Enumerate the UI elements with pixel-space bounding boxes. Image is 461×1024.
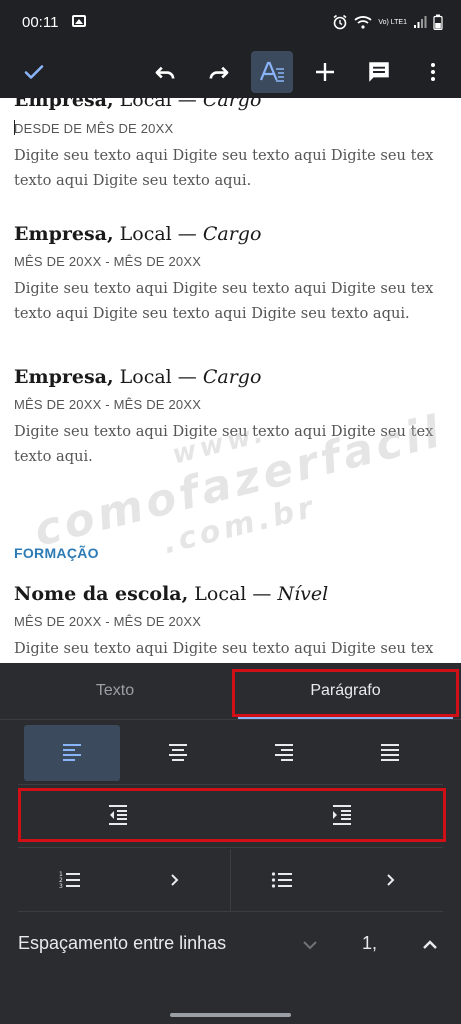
company-name: Empresa, [14, 223, 114, 245]
undo-button[interactable] [143, 50, 187, 94]
chevron-right-icon [387, 874, 395, 886]
location: Local — [113, 366, 203, 388]
status-icons: Vo) LTE1 [332, 12, 443, 32]
tab-paragrafo[interactable]: Parágrafo [230, 663, 461, 719]
school-title: Nome da escola, Local — Nível [14, 580, 433, 608]
bulleted-list-button[interactable] [230, 849, 334, 911]
job-description: Digite seu texto aqui Digite seu texto a… [14, 147, 434, 189]
line-spacing-row: Espaçamento entre linhas 1, [0, 913, 461, 977]
indent-row [18, 788, 446, 842]
bulleted-list-options-button[interactable] [338, 849, 442, 911]
role: Cargo [202, 98, 262, 111]
chevron-right-icon [171, 874, 179, 886]
line-spacing-increase-button[interactable] [412, 927, 448, 963]
align-right-icon [275, 744, 293, 761]
editor-toolbar [0, 46, 461, 98]
text-format-icon [259, 61, 284, 82]
increase-indent-button[interactable] [242, 788, 442, 842]
align-justify-icon [381, 744, 399, 761]
align-justify-button[interactable] [342, 725, 438, 781]
status-time: 00:11 [22, 14, 59, 31]
line-spacing-label: Espaçamento entre linhas [18, 933, 227, 953]
document-canvas[interactable]: Empresa, Local — Cargo DESDE DE MÊS DE 2… [0, 98, 461, 663]
comment-icon [369, 62, 389, 82]
job-date: MÊS DE 20XX - MÊS DE 20XX [14, 397, 202, 412]
add-icon [316, 63, 334, 81]
gallery-notification-icon [72, 15, 86, 27]
indent-increase-icon [333, 805, 351, 825]
divider [18, 847, 443, 848]
job-description: Digite seu texto aqui Digite seu texto a… [14, 423, 434, 465]
home-gesture-bar[interactable] [170, 1013, 291, 1017]
align-left-button[interactable] [24, 725, 120, 781]
done-button[interactable] [12, 50, 56, 94]
school-date: MÊS DE 20XX - MÊS DE 20XX [14, 614, 202, 629]
job-title: Empresa, Local — Cargo [14, 98, 433, 114]
education-entry: Nome da escola, Local — Nível MÊS DE 20X… [14, 580, 433, 661]
divider [230, 849, 231, 911]
chevron-up-icon [423, 940, 437, 949]
signal-icon [414, 16, 427, 28]
text-format-button[interactable] [251, 51, 293, 93]
numbered-list-options-button[interactable] [122, 849, 226, 911]
job-date: MÊS DE 20XX - MÊS DE 20XX [14, 254, 202, 269]
undo-icon [155, 66, 175, 79]
format-tabs: Texto Parágrafo [0, 663, 461, 719]
job-description: Digite seu texto aqui Digite seu texto a… [14, 280, 434, 322]
location: Local — [113, 223, 203, 245]
chevron-down-icon [303, 941, 317, 950]
more-options-button[interactable] [411, 50, 455, 94]
alignment-row [18, 725, 443, 781]
wifi-icon [354, 16, 372, 29]
align-center-icon [169, 744, 187, 761]
company-name: Empresa, [14, 98, 114, 111]
experience-entry: Empresa, Local — Cargo MÊS DE 20XX - MÊS… [14, 363, 433, 469]
divider [0, 719, 461, 720]
section-heading-formacao: FORMAÇÃO [14, 545, 99, 561]
indent-decrease-icon [109, 805, 127, 825]
battery-icon [433, 14, 443, 30]
more-vert-icon [431, 63, 435, 81]
job-date: DESDE DE MÊS DE 20XX [14, 120, 174, 136]
level: Nível [277, 583, 329, 605]
role: Cargo [202, 223, 262, 245]
experience-entry: Empresa, Local — Cargo MÊS DE 20XX - MÊS… [14, 220, 433, 326]
tab-texto[interactable]: Texto [0, 663, 230, 719]
experience-entry: Empresa, Local — Cargo DESDE DE MÊS DE 2… [14, 98, 433, 193]
role: Cargo [202, 366, 262, 388]
divider [18, 784, 443, 785]
network-type-label: Vo) LTE1 [378, 18, 407, 26]
comment-button[interactable] [357, 50, 401, 94]
format-panel: Texto Parágrafo 123 Espaçamento entre li… [0, 663, 461, 1024]
navigation-bar [0, 1003, 461, 1024]
align-right-button[interactable] [236, 725, 332, 781]
decrease-indent-button[interactable] [18, 788, 218, 842]
align-center-button[interactable] [130, 725, 226, 781]
redo-button[interactable] [197, 50, 241, 94]
numbered-list-icon: 123 [59, 871, 80, 890]
job-title: Empresa, Local — Cargo [14, 363, 433, 391]
school-description: Digite seu texto aqui Digite seu texto a… [14, 640, 434, 657]
align-left-icon [63, 744, 81, 761]
line-spacing-value: 1, [362, 933, 378, 953]
check-icon [24, 65, 44, 79]
alarm-icon [333, 14, 347, 30]
divider [18, 911, 443, 912]
location: Local — [188, 583, 278, 605]
redo-icon [209, 66, 229, 79]
line-spacing-decrease-button[interactable] [292, 927, 328, 963]
insert-button[interactable] [303, 50, 347, 94]
location: Local — [113, 98, 203, 111]
svg-text:3: 3 [59, 883, 63, 890]
bulleted-list-icon [271, 872, 292, 888]
job-title: Empresa, Local — Cargo [14, 220, 433, 248]
numbered-list-button[interactable]: 123 [18, 849, 122, 911]
company-name: Empresa, [14, 366, 114, 388]
status-bar: 00:11 Vo) LTE1 [0, 0, 461, 46]
school-name: Nome da escola, [14, 583, 189, 605]
